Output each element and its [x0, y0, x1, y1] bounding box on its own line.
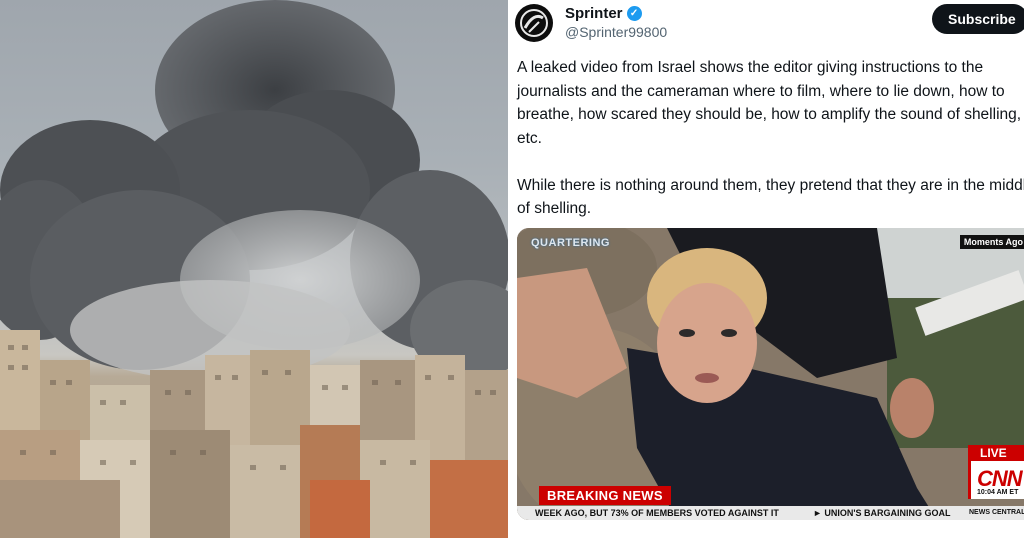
news-ticker: WEEK AGO, BUT 73% OF MEMBERS VOTED AGAIN… [517, 506, 1024, 520]
ticker-tag: NEWS CENTRAL [969, 509, 1024, 516]
avatar[interactable] [515, 4, 553, 42]
tweet-body: A leaked video from Israel shows the edi… [517, 56, 1024, 221]
moments-ago-badge: Moments Ago [959, 235, 1024, 249]
verified-badge-icon: ✓ [626, 6, 642, 21]
ticker-text-left: WEEK AGO, BUT 73% OF MEMBERS VOTED AGAIN… [535, 508, 779, 518]
video-frame [517, 228, 1024, 520]
tweet-card: Sprinter ✓ @Sprinter99800 Subscribe A le… [511, 0, 1024, 538]
network-time: 10:04 AM ET [977, 489, 1019, 496]
subscribe-button[interactable]: Subscribe [932, 4, 1024, 34]
author-name[interactable]: Sprinter ✓ [565, 5, 642, 22]
embedded-video[interactable]: QUARTERING Moments Ago BREAKING NEWS LIV… [517, 228, 1024, 520]
tweet-paragraph: A leaked video from Israel shows the edi… [517, 59, 1022, 147]
ticker-text-right: ► UNION'S BARGAINING GOAL [813, 508, 951, 518]
author-name-text[interactable]: Sprinter [565, 5, 623, 22]
live-badge: LIVE [968, 445, 1024, 461]
avatar-logo-icon [520, 9, 548, 37]
video-watermark: QUARTERING [531, 237, 610, 249]
author-handle[interactable]: @Sprinter99800 [565, 24, 667, 40]
tweet-paragraph: While there is nothing around them, they… [517, 176, 1024, 218]
smoke-cityscape-photo [0, 0, 508, 538]
breaking-news-banner: BREAKING NEWS [539, 486, 671, 505]
network-bug: CNN 10:04 AM ET [968, 461, 1024, 499]
